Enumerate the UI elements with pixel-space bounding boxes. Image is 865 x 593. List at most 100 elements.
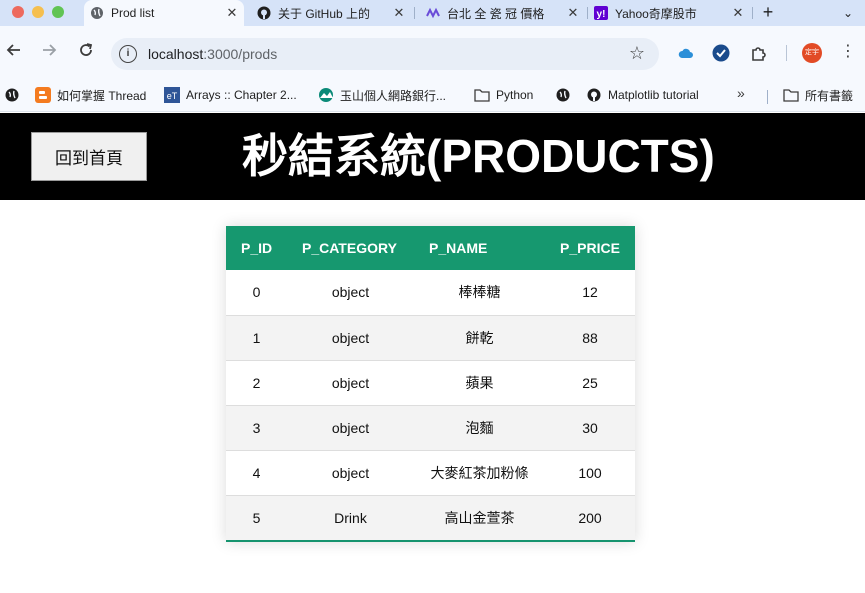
check-extension-icon[interactable] [712,44,730,62]
profile-avatar[interactable]: 定宇 [802,43,822,63]
table-row: 4 object 大麥紅茶加粉條 100 [226,450,635,496]
tab-prod-list[interactable]: Prod list ✕ [84,0,244,26]
column-header-p-category: P_CATEGORY [302,240,397,256]
tab-divider [414,7,415,19]
reload-button[interactable] [76,42,96,62]
bookmark-label: Python [496,88,534,102]
cell-p-name: 高山金萱茶 [444,509,515,526]
bookmark-label: Matplotlib tutorial [608,88,699,102]
cell-p-category: object [287,405,414,451]
esun-icon [318,87,334,103]
bookmarks-overflow-button[interactable]: » [737,85,745,101]
site-info-icon[interactable]: i [119,45,137,63]
column-header-p-name: P_NAME [429,240,488,256]
cell-p-category: object [287,360,414,406]
table-row: 2 object 蘋果 25 [226,360,635,406]
cell-p-price: 88 [545,315,635,361]
bookmarks-bar: 如何掌握 Thread eT Arrays :: Chapter 2... 玉山… [0,79,865,112]
cell-p-price: 200 [578,509,602,526]
browser-tab-strip: Prod list ✕ 关于 GitHub 上的 ✕ 台北 全 瓷 冠 價格 ✕… [0,0,865,26]
bookmark-globe-2[interactable] [555,85,577,105]
cell-p-category: object [287,450,414,496]
back-button[interactable] [4,42,24,62]
cell-p-id: 2 [226,360,287,406]
table-row: 1 object 餅乾 88 [226,315,635,361]
new-tab-button[interactable]: + [758,1,778,25]
puzzle-extensions-icon[interactable] [750,44,768,62]
folder-icon [783,87,799,103]
bookmarks-divider [767,90,768,104]
products-table: P_ID P_CATEGORY P_NAME P_PRICE 0 object … [226,226,635,540]
table-row: 3 object 泡麵 30 [226,405,635,451]
products-table-container: P_ID P_CATEGORY P_NAME P_PRICE 0 object … [226,226,635,542]
cell-p-name: 大麥紅茶加粉條 [414,450,545,496]
cell-p-category: Drink [334,509,367,526]
url-text[interactable]: localhost:3000/prods [148,46,277,62]
tab-yahoo-stocks[interactable]: y! Yahoo奇摩股市 ✕ [588,0,750,26]
table-row: 5 Drink 高山金萱茶 200 [226,495,635,540]
arrow-right-icon [43,44,57,56]
svg-text:y!: y! [597,9,606,20]
page-header: 回到首頁 秒結系統(PRODUCTS) [0,113,865,200]
blogger-icon [35,87,51,103]
bookmark-label: Arrays :: Chapter 2... [186,88,297,102]
globe-icon [4,87,20,103]
cell-p-name: 泡麵 [414,405,545,451]
bookmark-thread[interactable]: 如何掌握 Thread [35,85,146,105]
bookmark-label: 玉山個人網路銀行... [340,88,447,103]
et-icon: eT [164,87,180,103]
cell-p-category: object [287,270,414,316]
page-title: 秒結系統(PRODUCTS) [242,130,715,182]
url-path: :3000/prods [203,46,278,62]
cell-p-id: 4 [226,450,287,496]
tab-dental-price[interactable]: 台北 全 瓷 冠 價格 ✕ [420,0,585,26]
globe-icon [555,87,571,103]
tab-github[interactable]: 关于 GitHub 上的 ✕ [251,0,411,26]
cell-p-price: 25 [545,360,635,406]
bookmark-star-icon[interactable]: ☆ [629,43,645,64]
bookmark-label: 所有書籤 [805,88,854,103]
bookmark-folder-python[interactable]: Python [474,85,533,105]
bookmark-esun-bank[interactable]: 玉山個人網路銀行... [318,85,446,105]
toolbar-divider [786,45,787,61]
all-bookmarks-folder[interactable]: 所有書籤 [783,85,853,105]
table-row: 0 object 棒棒糖 12 [226,270,635,316]
folder-icon [474,87,490,103]
column-header-p-price: P_PRICE [560,240,620,256]
tab-divider [752,7,753,19]
close-icon[interactable]: ✕ [391,5,407,21]
column-header-p-id: P_ID [241,240,273,256]
browser-toolbar: i localhost:3000/prods ☆ 定宇 ⋮ [0,26,865,79]
yahoo-icon: y! [594,6,608,20]
cloud-extension-icon[interactable] [677,44,695,62]
cell-p-id: 0 [226,270,287,316]
home-button[interactable]: 回到首頁 [31,132,147,181]
url-host: localhost [148,46,204,62]
window-minimize-button[interactable] [32,6,44,18]
window-zoom-button[interactable] [52,6,64,18]
tab-title: 台北 全 瓷 冠 價格 [447,6,545,21]
cell-p-name: 棒棒糖 [414,270,545,316]
cell-p-price: 12 [545,270,635,316]
github-icon [257,6,271,20]
cell-p-price: 100 [545,450,635,496]
address-bar[interactable]: i localhost:3000/prods ☆ [111,38,659,70]
cell-p-category: object [287,315,414,361]
more-menu-icon[interactable]: ⋮ [840,41,856,63]
svg-text:eT: eT [167,91,178,101]
tab-search-button[interactable]: ⌄ [838,3,858,23]
globe-icon [90,6,104,20]
wave-icon [426,6,440,20]
forward-button[interactable] [39,42,59,62]
close-icon[interactable]: ✕ [565,5,581,21]
tab-title: Yahoo奇摩股市 [615,6,697,21]
window-close-button[interactable] [12,6,24,18]
close-icon[interactable]: ✕ [224,5,240,21]
arrow-left-icon [6,44,20,56]
bookmark-arrays[interactable]: eT Arrays :: Chapter 2... [164,85,297,105]
close-icon[interactable]: ✕ [730,5,746,21]
bookmark-globe[interactable] [4,85,26,105]
bookmark-matplotlib[interactable]: Matplotlib tutorial [586,85,699,105]
cell-p-name: 餅乾 [414,315,545,361]
reload-icon [80,43,93,56]
